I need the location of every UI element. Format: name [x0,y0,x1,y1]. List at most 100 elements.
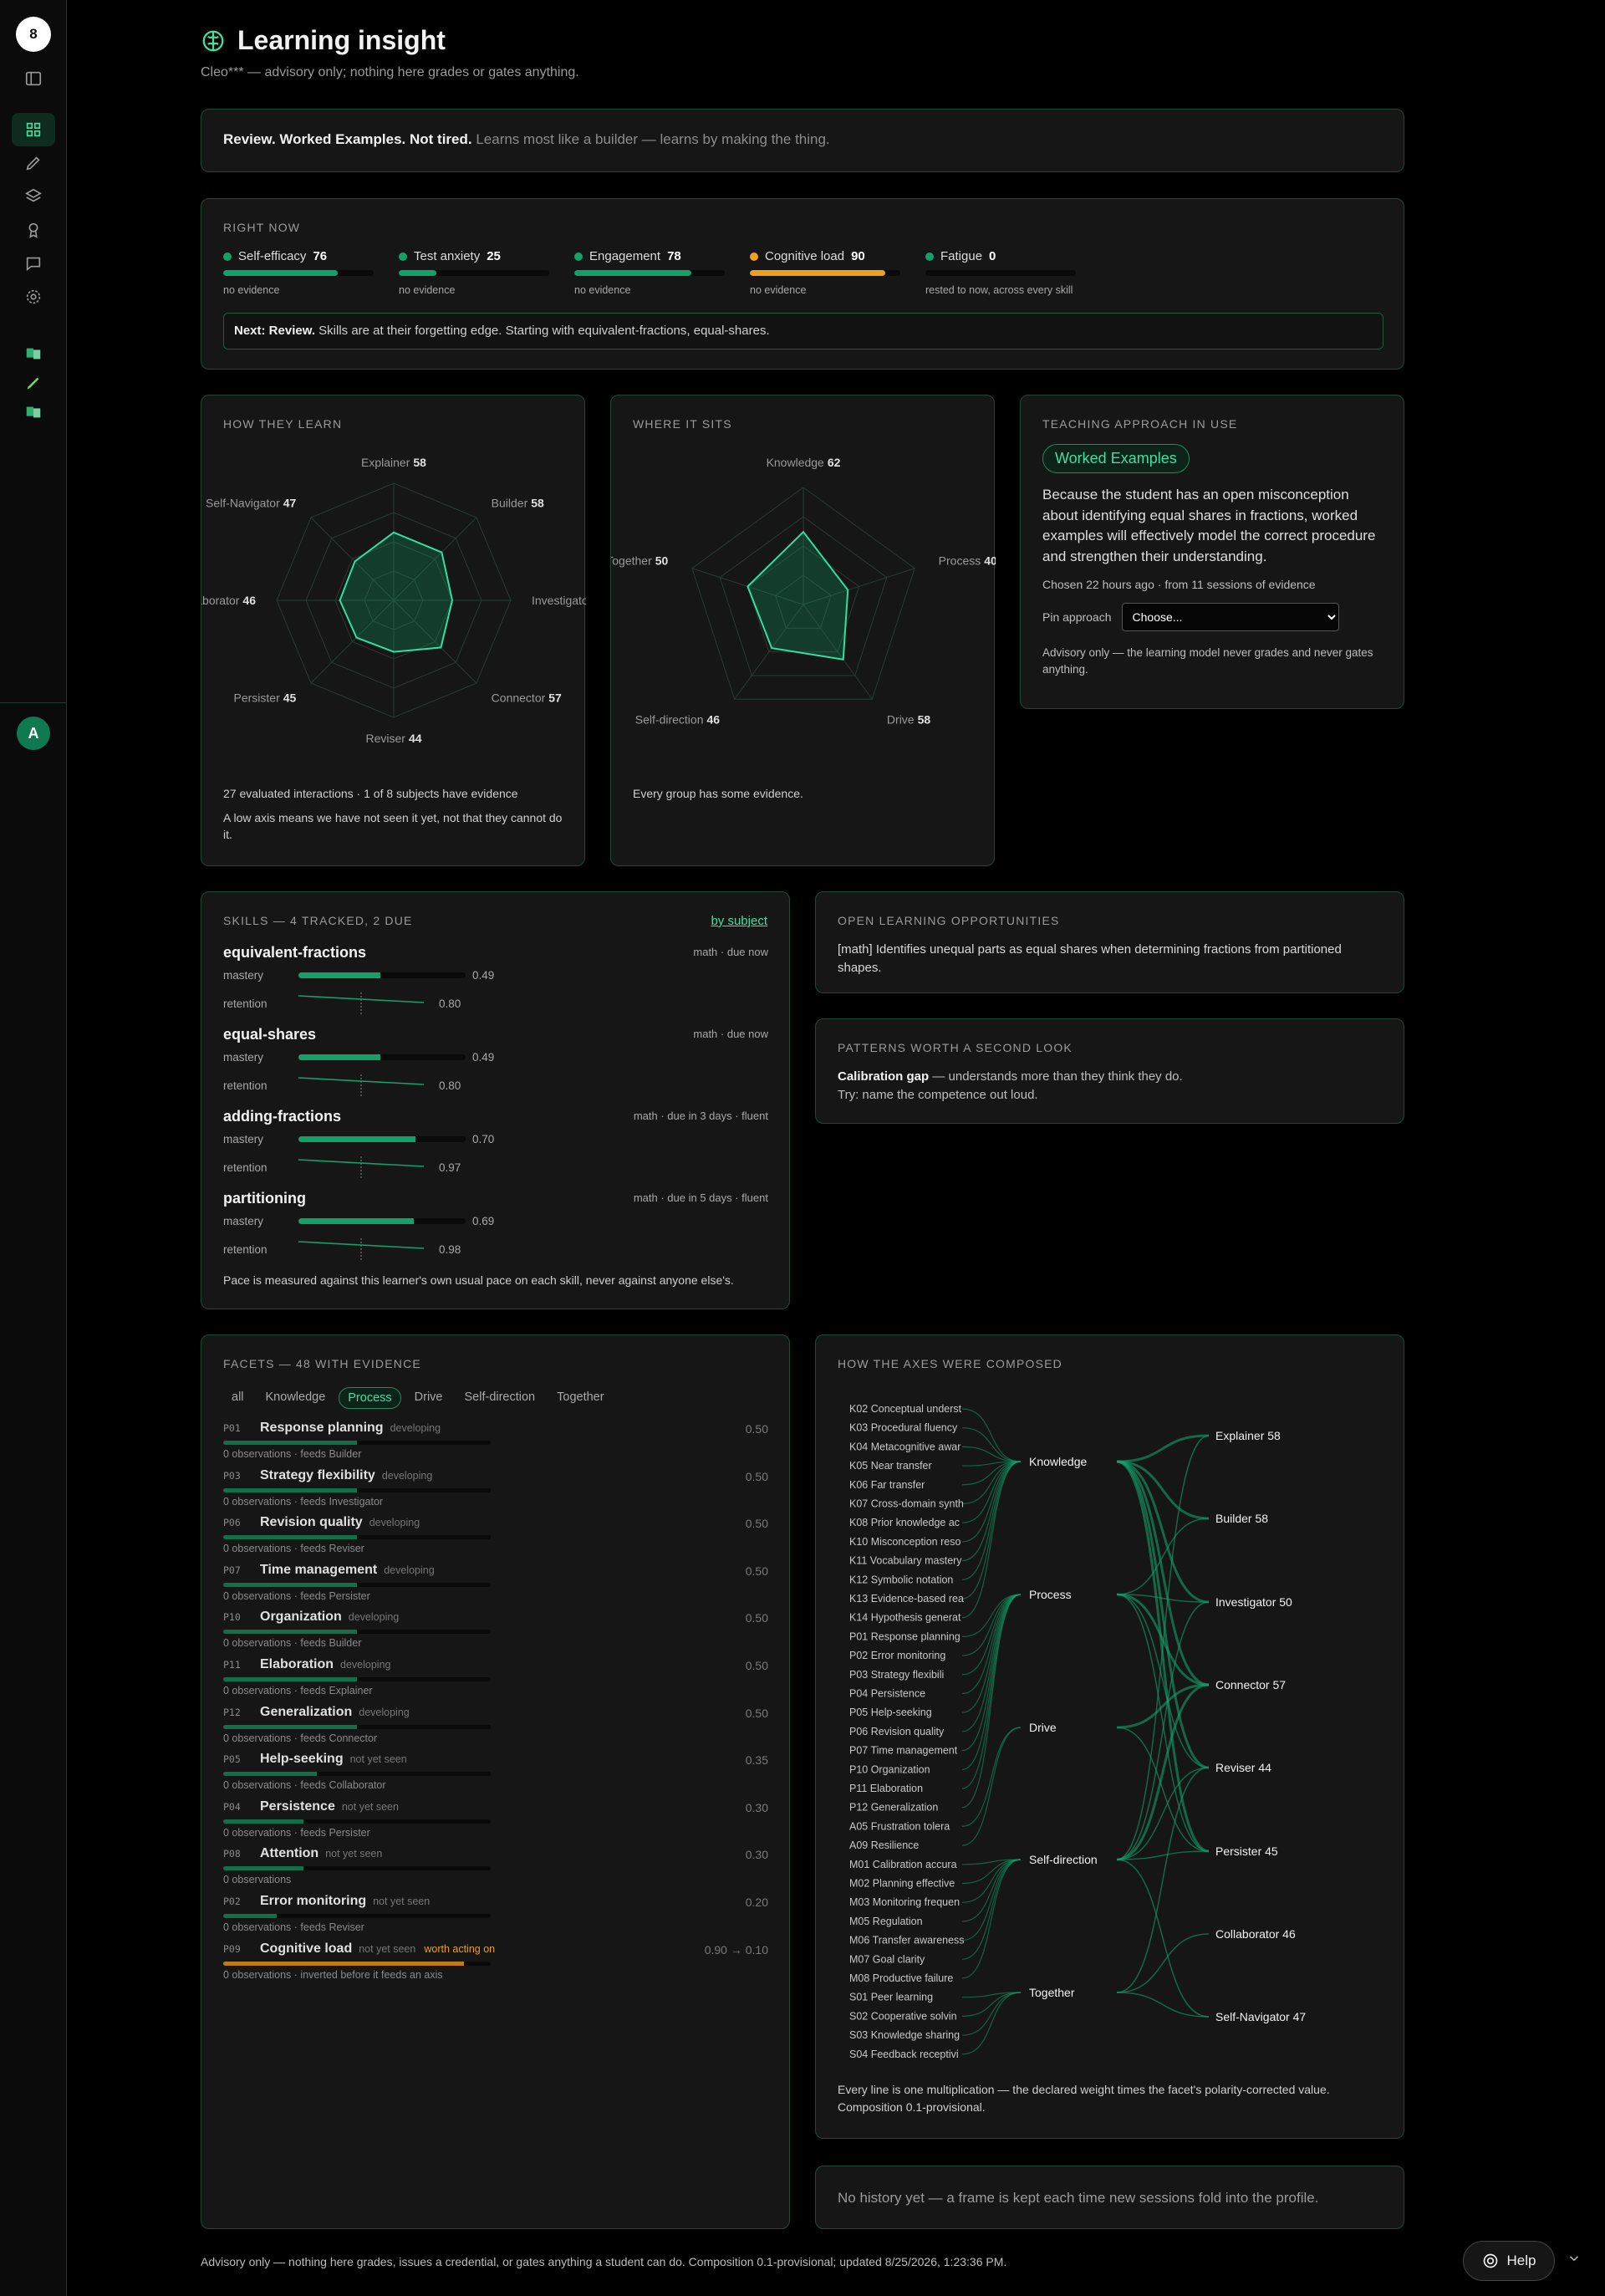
radar-axis-value: 46 [242,594,256,607]
facet-row[interactable]: P07 Time management developing 0.50 0 observ… [223,1563,768,1610]
tab-self-direction[interactable]: Self-direction [456,1387,544,1409]
metric: Self-efficacy 76 no evidence [223,249,374,296]
retention-row: retention 0.98 [223,1238,461,1260]
facet-node-label: K08 Prior knowledge ac [849,1517,960,1528]
by-subject-link[interactable]: by subject [711,914,767,928]
metric: Fatigue 0 rested to now, across every skil… [925,249,1076,296]
facet-bar-fill [223,1866,303,1871]
skill-row[interactable]: partitioning math · due in 5 days · fluen… [223,1190,768,1270]
pattern-try: Try: name the competence out loud. [838,1087,1038,1102]
radar-axis-label: Knowledge 62 [767,456,841,469]
radar-axis-value: 45 [283,691,297,705]
facet-node-label: M01 Calibration accura [849,1859,957,1870]
how-they-learn-label: HOW THEY LEARN [223,417,343,431]
facet-name: Error monitoring [260,1894,367,1908]
axis-node-label: Reviser 44 [1215,1761,1271,1774]
mastery-bar [298,1218,466,1224]
avatar[interactable]: A [17,717,50,750]
retention-curve [298,1238,425,1260]
facet-row[interactable]: P01 Response planning developing 0.50 0 obse… [223,1421,768,1467]
facet-bar [223,1772,491,1777]
metric-name: Cognitive load [765,249,845,263]
metric-bar-fill [399,270,436,276]
metric-name: Fatigue [940,249,983,263]
axis-node-label: Investigator 50 [1215,1595,1292,1609]
next-bold: Next: Review. [234,324,315,338]
tab-process[interactable]: Process [339,1387,401,1409]
facet-bar-fill [223,1914,277,1918]
facet-node-label: A05 Frustration tolera [849,1820,950,1832]
metric-bar-fill [223,270,338,276]
group-link [1116,1683,1210,1861]
axis-node-label: Persister 45 [1215,1844,1278,1858]
facet-row[interactable]: P02 Error monitoring not yet seen 0.20 0 obs… [223,1894,768,1941]
axis-node-label: Explainer 58 [1215,1429,1281,1442]
tab-drive[interactable]: Drive [406,1387,451,1409]
sidebar-toggle-button[interactable] [12,62,55,95]
nav-dashboard[interactable] [12,113,55,146]
pattern-desc: — understands more than they think they … [929,1069,1183,1084]
tab-together[interactable]: Together [548,1387,612,1409]
nav-pencil[interactable] [12,366,55,400]
nav-chat[interactable] [12,247,55,280]
facet-bar [223,1535,491,1540]
nav-awards[interactable] [12,213,55,247]
status-dot [399,252,407,261]
approach-pill: Worked Examples [1042,444,1190,473]
facet-observations: 0 observations · inverted before it feed… [223,1968,443,1981]
facet-bar [223,1819,491,1824]
facet-node-label: M07 Goal clarity [849,1953,925,1965]
tab-all[interactable]: all [223,1387,252,1409]
nav-write[interactable] [12,146,55,180]
facet-row[interactable]: P09 Cognitive load not yet seen worth actin… [223,1941,768,1988]
where-it-sits-label: WHERE IT SITS [633,417,732,431]
facet-name: Elaboration [260,1657,334,1671]
facet-bar [223,1487,491,1492]
facet-code: P10 [223,1611,241,1624]
where-it-sits-card: WHERE IT SITS Knowledge 62 Process 40 Drive 5… [610,395,996,866]
facet-link [961,1859,1022,1960]
facet-code: P08 [223,1848,241,1860]
nav-layers[interactable] [12,180,55,213]
facet-node-label: K13 Evidence-based rea [849,1593,964,1605]
nav-books[interactable] [12,337,55,370]
skills-pace-note: Pace is measured against this learner's … [223,1273,734,1287]
mastery-label: mastery [223,1215,264,1227]
facet-header: P03 Strategy flexibility developing [223,1468,768,1483]
skill-row[interactable]: equal-shares math · due now mastery 0.49 ret… [223,1026,768,1106]
right-now-card: RIGHT NOW Self-efficacy 76 no evidence Test… [201,198,1404,370]
skill-row[interactable]: adding-fractions math · due in 3 days · f… [223,1108,768,1188]
pin-approach-select[interactable]: Choose... [1121,602,1339,631]
avatar-initial: A [28,724,39,742]
mastery-row: mastery 0.49 [223,969,494,982]
facet-row[interactable]: P03 Strategy flexibility developing 0.50 0 o… [223,1468,768,1515]
group-link [1116,1460,1210,1604]
facet-link [961,1594,1022,1789]
retention-label: retention [223,1079,268,1092]
help-button[interactable]: Help [1463,2241,1555,2281]
facet-name: Strategy flexibility [260,1467,375,1482]
facet-row[interactable]: P10 Organization developing 0.50 0 observati… [223,1610,768,1656]
facet-link [961,1859,1022,1979]
how-they-learn-foot1: 27 evaluated interactions · 1 of 8 subje… [223,787,518,800]
app-logo[interactable]: 8 [16,17,51,52]
radar-axis-label: Collaborator46 [201,594,256,607]
page-subtitle: Cleo*** — advisory only; nothing here gr… [201,65,579,79]
facet-row[interactable]: P08 Attention not yet seen 0.30 0 observatio… [223,1846,768,1893]
skill-row[interactable]: equivalent-fractions math · due now master… [223,944,768,1024]
opportunities-card: OPEN LEARNING OPPORTUNITIES [math] Ident… [815,891,1404,993]
facet-row[interactable]: P05 Help-seeking not yet seen 0.35 0 observa… [223,1752,768,1799]
facet-row[interactable]: P11 Elaboration developing 0.50 0 observatio… [223,1657,768,1704]
radar-axis-name: Reviser [365,732,405,745]
facet-name: Time management [260,1562,378,1577]
facet-row[interactable]: P12 Generalization developing 0.50 0 observa… [223,1705,768,1752]
tab-knowledge[interactable]: Knowledge [257,1387,334,1409]
nav-books-2[interactable] [12,395,55,429]
facet-row[interactable]: P06 Revision quality developing 0.50 0 obser… [223,1515,768,1562]
facet-row[interactable]: P04 Persistence not yet seen 0.30 0 observat… [223,1799,768,1846]
nav-settings[interactable] [12,280,55,314]
pin-approach-row: Pin approach Choose... [1042,602,1382,631]
pen-icon [26,156,40,171]
metric: Engagement 78 no evidence [574,249,725,296]
chevron-down-icon[interactable] [1567,2251,1582,2266]
